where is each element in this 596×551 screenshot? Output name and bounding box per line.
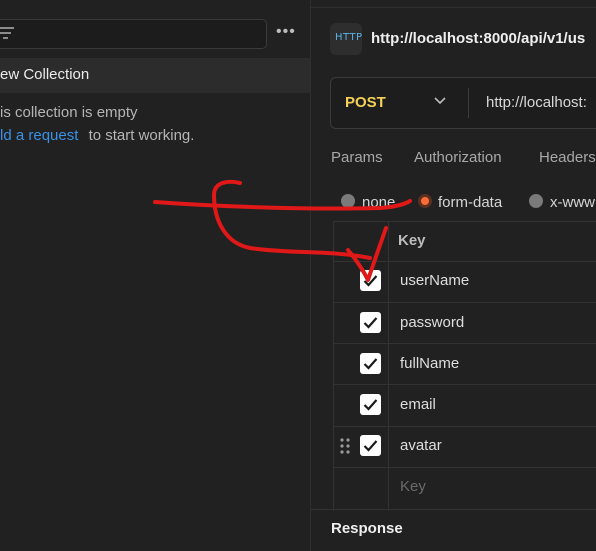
tab-strip: [311, 0, 596, 8]
row-divider: [333, 426, 596, 427]
more-options-icon[interactable]: •••: [276, 23, 296, 41]
response-title: Response: [331, 520, 403, 537]
tab-authorization[interactable]: Authorization: [414, 149, 502, 166]
row-divider: [333, 467, 596, 468]
collection-title[interactable]: ew Collection: [0, 66, 89, 83]
tab-headers[interactable]: Headers: [539, 149, 596, 166]
method-select[interactable]: POST: [345, 94, 386, 111]
request-title[interactable]: http://localhost:8000/api/v1/us: [371, 30, 585, 47]
row-checkbox[interactable]: [360, 270, 381, 291]
search-input[interactable]: [0, 19, 267, 49]
url-input[interactable]: http://localhost:: [486, 94, 587, 111]
add-request-link[interactable]: ld a request: [0, 127, 78, 144]
row-checkbox[interactable]: [360, 435, 381, 456]
url-separator: [468, 88, 469, 118]
new-key-input[interactable]: Key: [400, 478, 426, 495]
http-icon-label: HTTP: [335, 32, 363, 43]
row-divider: [333, 261, 596, 262]
add-request-suffix: to start working.: [88, 127, 195, 144]
http-request-icon: HTTP: [330, 23, 362, 55]
radio-label-x-www[interactable]: x-www: [550, 194, 595, 211]
radio-x-www-form-urlencoded[interactable]: [529, 194, 543, 208]
response-divider: [311, 509, 596, 510]
radio-label-form-data[interactable]: form-data: [438, 194, 502, 211]
key-cell-password[interactable]: password: [400, 314, 464, 331]
empty-collection-message: is collection is empty: [0, 104, 138, 121]
row-divider: [333, 343, 596, 344]
radio-none[interactable]: [341, 194, 355, 208]
key-cell-fullname[interactable]: fullName: [400, 355, 459, 372]
tab-params[interactable]: Params: [331, 149, 383, 166]
add-request-hint: ld a request to start working.: [0, 127, 194, 144]
radio-form-data[interactable]: [418, 194, 432, 208]
key-column-header: Key: [398, 232, 426, 249]
row-checkbox[interactable]: [360, 353, 381, 374]
row-divider: [333, 221, 596, 222]
row-divider: [333, 302, 596, 303]
radio-label-none[interactable]: none: [362, 194, 395, 211]
row-divider: [333, 384, 596, 385]
key-cell-username[interactable]: userName: [400, 272, 469, 289]
drag-handle-icon[interactable]: [340, 438, 350, 454]
key-cell-email[interactable]: email: [400, 396, 436, 413]
key-cell-avatar[interactable]: avatar: [400, 437, 442, 454]
chevron-down-icon[interactable]: [433, 96, 447, 106]
row-checkbox[interactable]: [360, 394, 381, 415]
filter-icon[interactable]: [0, 26, 14, 40]
row-checkbox[interactable]: [360, 312, 381, 333]
